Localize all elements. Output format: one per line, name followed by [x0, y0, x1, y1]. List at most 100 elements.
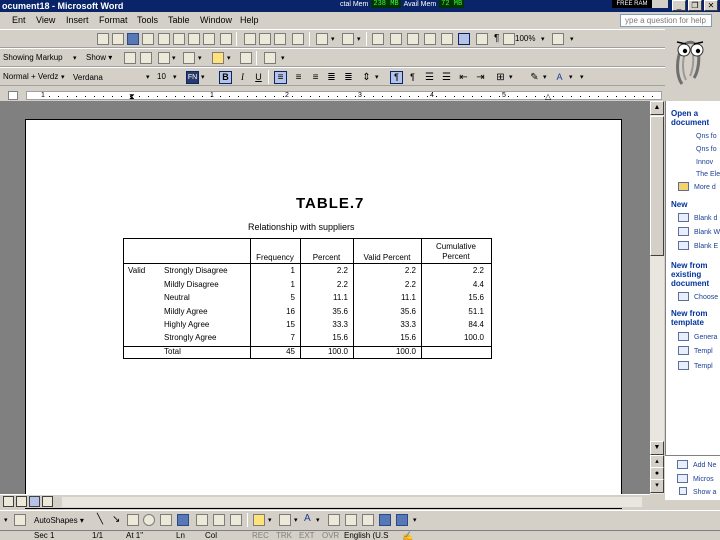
help-search-box[interactable]: ype a question for help — [620, 14, 712, 27]
scroll-down-icon[interactable]: ▼ — [650, 441, 664, 455]
restore-button[interactable]: ❐ — [688, 0, 702, 11]
underline-button[interactable]: U — [252, 71, 265, 84]
line-color-icon[interactable] — [279, 514, 291, 526]
menu-table[interactable]: Table — [168, 14, 190, 27]
align-center-icon[interactable]: ≡ — [292, 71, 305, 84]
spelling-status-icon[interactable]: ✍ — [402, 531, 413, 540]
redo-icon[interactable] — [342, 33, 354, 45]
web-layout-icon[interactable] — [16, 496, 27, 507]
line-style-icon[interactable] — [328, 514, 340, 526]
open-folder-icon[interactable] — [112, 33, 124, 45]
templates-online-link[interactable]: Templ — [694, 362, 713, 371]
font-sizing-icon[interactable]: FN — [186, 71, 199, 84]
zoom-combo[interactable]: 100% — [515, 32, 535, 45]
drawing-options-icon[interactable]: ▾ — [413, 516, 417, 524]
spelling-icon[interactable] — [188, 33, 200, 45]
print-preview-icon[interactable] — [173, 33, 185, 45]
borders-icon[interactable]: ⊞ — [494, 71, 507, 84]
insert-table-icon[interactable] — [407, 33, 419, 45]
style-combo[interactable]: Normal + Verdz — [3, 70, 58, 83]
document-map-icon[interactable] — [476, 33, 488, 45]
font-color-draw-icon[interactable]: A — [304, 513, 311, 524]
undo-dropdown-icon[interactable]: ▾ — [331, 35, 335, 43]
style-dropdown-icon[interactable]: ▾ — [61, 73, 65, 81]
office-assistant-clippy-icon[interactable] — [668, 34, 708, 88]
tab-selector[interactable] — [8, 91, 18, 100]
oval-icon[interactable] — [143, 514, 155, 526]
previous-change-icon[interactable] — [124, 52, 136, 64]
menu-edit[interactable]: Ent — [12, 14, 26, 27]
cut-icon[interactable] — [244, 33, 256, 45]
fill-color-icon[interactable] — [253, 514, 265, 526]
font-size-dropdown-icon[interactable]: ▾ — [173, 73, 177, 81]
menu-help[interactable]: Help — [240, 14, 259, 27]
close-button[interactable]: ✕ — [704, 0, 718, 11]
blank-web-page-link[interactable]: Blank W — [694, 228, 720, 237]
blank-document-link[interactable]: Blank d — [694, 214, 717, 223]
formatting-options-icon[interactable]: ▾ — [580, 73, 584, 81]
normal-view-icon[interactable] — [3, 496, 14, 507]
align-right-icon[interactable]: ≡ — [309, 71, 322, 84]
line-spacing-icon[interactable]: ⇕ — [360, 71, 373, 84]
3d-style-icon[interactable] — [396, 514, 408, 526]
dash-style-icon[interactable] — [345, 514, 357, 526]
draw-menu-button[interactable]: ▾ — [4, 516, 8, 524]
font-combo[interactable]: Verdana — [70, 71, 152, 84]
font-dropdown-icon[interactable]: ▾ — [146, 73, 150, 81]
menu-format[interactable]: Format — [99, 14, 128, 27]
arrow-icon[interactable]: ↘ — [112, 514, 120, 525]
word-help-link[interactable]: Micros — [693, 475, 714, 484]
rtl-paragraph-icon[interactable]: ¶ — [406, 71, 419, 84]
borders-dropdown-icon[interactable]: ▾ — [509, 73, 513, 81]
decrease-indent-icon[interactable]: ⇤ — [457, 71, 470, 84]
help-icon[interactable] — [552, 33, 564, 45]
next-change-icon[interactable] — [140, 52, 152, 64]
markup-view-combo[interactable]: Showing Markup — [3, 51, 63, 64]
vertical-scrollbar[interactable]: ▲ ▼ ▴ ● ▾ — [650, 101, 664, 494]
insert-picture-icon[interactable] — [230, 514, 242, 526]
autoshapes-menu-button[interactable]: AutoShapes ▾ — [34, 514, 84, 527]
recent-file-link[interactable]: Qns fo — [696, 132, 717, 141]
minimize-button[interactable]: _ — [672, 0, 686, 11]
reviewing-pane-icon[interactable] — [264, 52, 276, 64]
font-color-draw-dropdown-icon[interactable]: ▾ — [316, 516, 320, 524]
horizontal-scrollbar[interactable] — [62, 497, 642, 507]
diagram-icon[interactable] — [196, 514, 208, 526]
redo-dropdown-icon[interactable]: ▾ — [357, 35, 361, 43]
justify-icon[interactable]: ≣ — [325, 71, 338, 84]
clip-art-icon[interactable] — [213, 514, 225, 526]
new-document-icon[interactable] — [97, 33, 109, 45]
accept-dropdown-icon[interactable]: ▾ — [172, 54, 176, 62]
read-mode-icon[interactable] — [503, 33, 515, 45]
scroll-up-icon[interactable]: ▲ — [650, 101, 664, 115]
general-templates-link[interactable]: Genera — [694, 333, 717, 342]
choose-document-link[interactable]: Choose — [694, 293, 718, 302]
bold-button[interactable]: B — [219, 71, 232, 84]
scroll-thumb[interactable] — [650, 116, 664, 256]
format-painter-icon[interactable] — [292, 33, 304, 45]
text-box-icon[interactable] — [160, 514, 172, 526]
permission-icon[interactable] — [142, 33, 154, 45]
columns-icon[interactable] — [441, 33, 453, 45]
drawing-toggle-icon[interactable] — [458, 33, 470, 45]
fill-color-dropdown-icon[interactable]: ▾ — [268, 516, 272, 524]
reviewing-options-icon[interactable]: ▾ — [281, 54, 285, 62]
italic-button[interactable]: I — [236, 71, 249, 84]
reject-change-icon[interactable] — [183, 52, 195, 64]
markup-view-dropdown-icon[interactable]: ▾ — [73, 54, 77, 62]
select-objects-icon[interactable] — [14, 514, 26, 526]
status-trk[interactable]: TRK — [276, 531, 292, 540]
reject-dropdown-icon[interactable]: ▾ — [198, 54, 202, 62]
next-page-icon[interactable]: ▾ — [650, 479, 664, 493]
menu-window[interactable]: Window — [200, 14, 232, 27]
paste-icon[interactable] — [274, 33, 286, 45]
show-hide-pilcrow-icon[interactable]: ¶ — [494, 33, 499, 44]
more-documents-link[interactable]: More d — [694, 183, 716, 192]
add-network-place-link[interactable]: Add Ne — [693, 461, 716, 470]
toolbar-options-icon[interactable]: ▾ — [570, 35, 574, 43]
accept-change-icon[interactable] — [158, 52, 170, 64]
highlight-icon[interactable]: ✎ — [528, 71, 541, 84]
menu-tools[interactable]: Tools — [137, 14, 158, 27]
zoom-dropdown-icon[interactable]: ▾ — [541, 35, 545, 43]
distributed-icon[interactable]: ≣ — [342, 71, 355, 84]
